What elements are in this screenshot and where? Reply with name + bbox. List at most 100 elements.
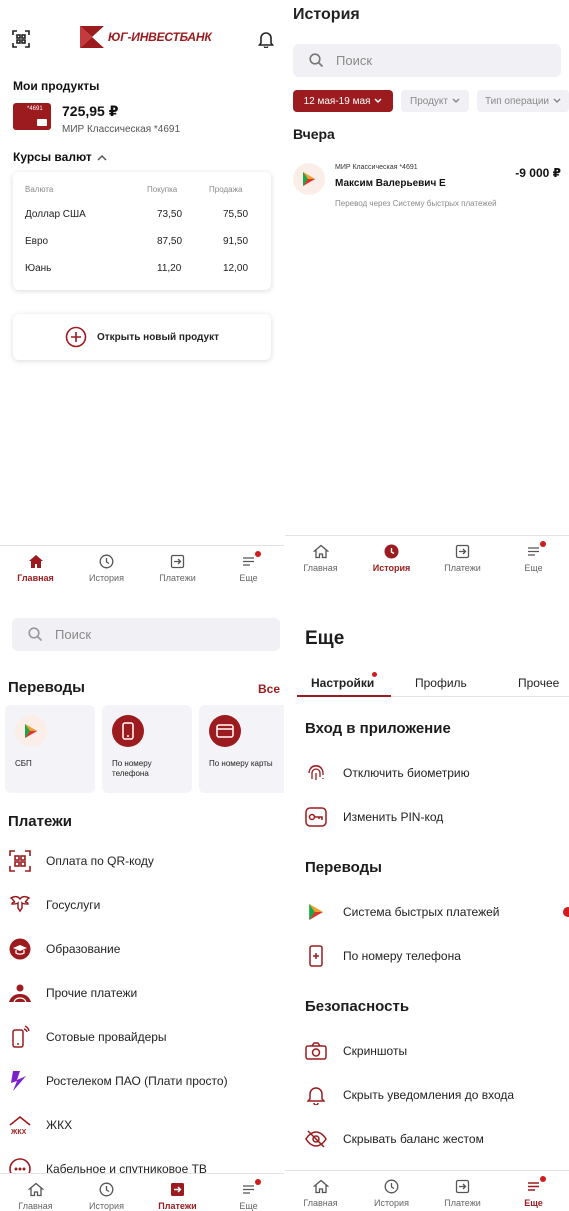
- tab-more[interactable]: Еще: [213, 1174, 284, 1211]
- mobile-phone-icon: [8, 1025, 32, 1049]
- rate-buy: 73,50: [157, 209, 183, 220]
- list-item[interactable]: По номеру телефона: [305, 941, 569, 971]
- transfer-by-phone[interactable]: По номеру телефона: [102, 705, 192, 793]
- menu-icon: [528, 1182, 539, 1191]
- payments-icon: [170, 554, 185, 569]
- date-filter[interactable]: 12 мая-19 мая: [293, 90, 393, 112]
- tab-payments[interactable]: Платежи: [142, 1174, 213, 1211]
- settings-tabs: Настройки Профиль Прочее: [297, 670, 569, 700]
- tab-home[interactable]: Главная: [0, 1174, 71, 1211]
- card-thumbnail[interactable]: *4691: [13, 103, 51, 130]
- tab-payments[interactable]: Платежи: [427, 536, 498, 585]
- rate-sell: 12,00: [223, 263, 249, 274]
- tab-more-label: Еще: [239, 1201, 258, 1211]
- active-tab-indicator: [297, 695, 391, 697]
- list-item[interactable]: Скрывать баланс жестом: [305, 1124, 569, 1154]
- rate-buy: 87,50: [157, 236, 183, 247]
- rates-toggle[interactable]: Курсы валют: [13, 150, 107, 164]
- transaction-row[interactable]: МИР Классическая *4691 Максим Валерьевич…: [285, 158, 569, 214]
- tab-payments-label: Платежи: [444, 1198, 481, 1208]
- tab-settings[interactable]: Настройки: [311, 676, 374, 690]
- search-input[interactable]: Поиск: [12, 618, 280, 651]
- setting-label: Система быстрых платежей: [343, 905, 500, 919]
- search-placeholder: Поиск: [55, 627, 92, 642]
- camera-icon: [305, 1040, 327, 1062]
- list-item[interactable]: ЖКХ ЖКХ: [8, 1103, 278, 1147]
- operation-type-filter[interactable]: Тип операции: [477, 90, 569, 112]
- list-item[interactable]: Изменить PIN-код: [305, 802, 569, 832]
- qr-scan-icon[interactable]: [12, 30, 30, 48]
- tab-home-label: Главная: [18, 1201, 53, 1211]
- card-name: МИР Классическая *4691: [62, 124, 181, 135]
- payment-label: Ростелеком ПАО (Плати просто): [46, 1074, 228, 1088]
- tab-more[interactable]: Еще: [213, 546, 284, 595]
- list-item[interactable]: Система быстрых платежей: [305, 897, 569, 927]
- tab-history[interactable]: История: [71, 546, 142, 595]
- tab-history[interactable]: История: [356, 1171, 427, 1211]
- list-item[interactable]: Образование: [8, 927, 278, 971]
- setting-label: По номеру телефона: [343, 949, 461, 963]
- tab-other[interactable]: Прочее: [518, 676, 559, 690]
- rate-currency: Юань: [25, 263, 52, 274]
- bottom-nav: Главная История Платежи Еще: [0, 1173, 284, 1211]
- notification-dot: [539, 1176, 546, 1182]
- list-item[interactable]: Госуслуги: [8, 883, 278, 927]
- menu-icon: [243, 557, 254, 566]
- list-item[interactable]: Скрыть уведомления до входа: [305, 1080, 569, 1110]
- tab-more[interactable]: Еще: [498, 536, 569, 585]
- card-thumbnail-label: *4691: [27, 106, 43, 112]
- list-item[interactable]: Скриншоты: [305, 1036, 569, 1066]
- operation-type-filter-label: Тип операции: [484, 95, 549, 107]
- home-screen: ЮГ-ИНВЕСТБАНК Мои продукты *4691 725,95 …: [0, 0, 284, 600]
- payment-label: Прочие платежи: [46, 986, 138, 1000]
- tab-payments-label: Платежи: [444, 563, 481, 573]
- home-icon: [27, 1182, 44, 1197]
- transfer-label: По номеру карты: [209, 759, 273, 768]
- list-item[interactable]: Отключить биометрию: [305, 758, 569, 788]
- rates-header-currency: Валюта: [25, 185, 54, 194]
- clock-icon: [99, 554, 114, 569]
- gosuslugi-eagle-icon: [8, 893, 32, 917]
- tab-home[interactable]: Главная: [285, 536, 356, 585]
- tab-payments[interactable]: Платежи: [427, 1171, 498, 1211]
- setting-label: Изменить PIN-код: [343, 810, 444, 824]
- search-placeholder: Поиск: [336, 53, 373, 68]
- notification-dot: [254, 551, 261, 557]
- more-screen: Еще Настройки Профиль Прочее Вход в прил…: [285, 600, 569, 1211]
- tab-more[interactable]: Еще: [498, 1171, 569, 1211]
- notification-dot: [254, 1179, 261, 1185]
- product-filter[interactable]: Продукт: [401, 90, 469, 112]
- menu-icon: [243, 1185, 254, 1194]
- tab-home[interactable]: Главная: [285, 1171, 356, 1211]
- tab-history[interactable]: История: [71, 1174, 142, 1211]
- bottom-nav: Главная История Платежи Еще: [285, 535, 569, 585]
- transfers-title: Переводы: [8, 679, 85, 696]
- transfers-all-link[interactable]: Все: [258, 682, 280, 696]
- list-item[interactable]: Сотовые провайдеры: [8, 1015, 278, 1059]
- house-icon: ЖКХ: [8, 1113, 32, 1137]
- bell-icon[interactable]: [258, 30, 274, 48]
- home-icon: [312, 544, 329, 559]
- search-input[interactable]: Поиск: [293, 44, 561, 77]
- graduation-cap-icon: [8, 937, 32, 961]
- payment-label: Образование: [46, 942, 121, 956]
- card-balance[interactable]: 725,95 ₽: [62, 103, 118, 120]
- page-title: История: [293, 6, 360, 23]
- open-product-button[interactable]: Открыть новый продукт: [13, 314, 271, 360]
- list-item[interactable]: Оплата по QR-коду: [8, 839, 278, 883]
- list-item[interactable]: Ростелеком ПАО (Плати просто): [8, 1059, 278, 1103]
- tab-history-label: История: [89, 1201, 124, 1211]
- list-item[interactable]: Прочие платежи: [8, 971, 278, 1015]
- svg-text:ЖКХ: ЖКХ: [10, 1129, 27, 1136]
- transfer-by-card[interactable]: По номеру карты: [199, 705, 284, 793]
- open-product-label: Открыть новый продукт: [97, 331, 219, 343]
- tab-payments[interactable]: Платежи: [142, 546, 213, 595]
- history-screen: История Поиск 12 мая-19 мая Продукт Тип …: [285, 0, 569, 590]
- tab-profile[interactable]: Профиль: [415, 676, 467, 690]
- tab-home[interactable]: Главная: [0, 546, 71, 595]
- tab-payments-label: Платежи: [159, 573, 196, 583]
- bottom-nav: Главная История Платежи Еще: [285, 1170, 569, 1211]
- payment-label: Оплата по QR-коду: [46, 854, 154, 868]
- tab-history[interactable]: История: [356, 536, 427, 585]
- transfer-sbp[interactable]: СБП: [5, 705, 95, 793]
